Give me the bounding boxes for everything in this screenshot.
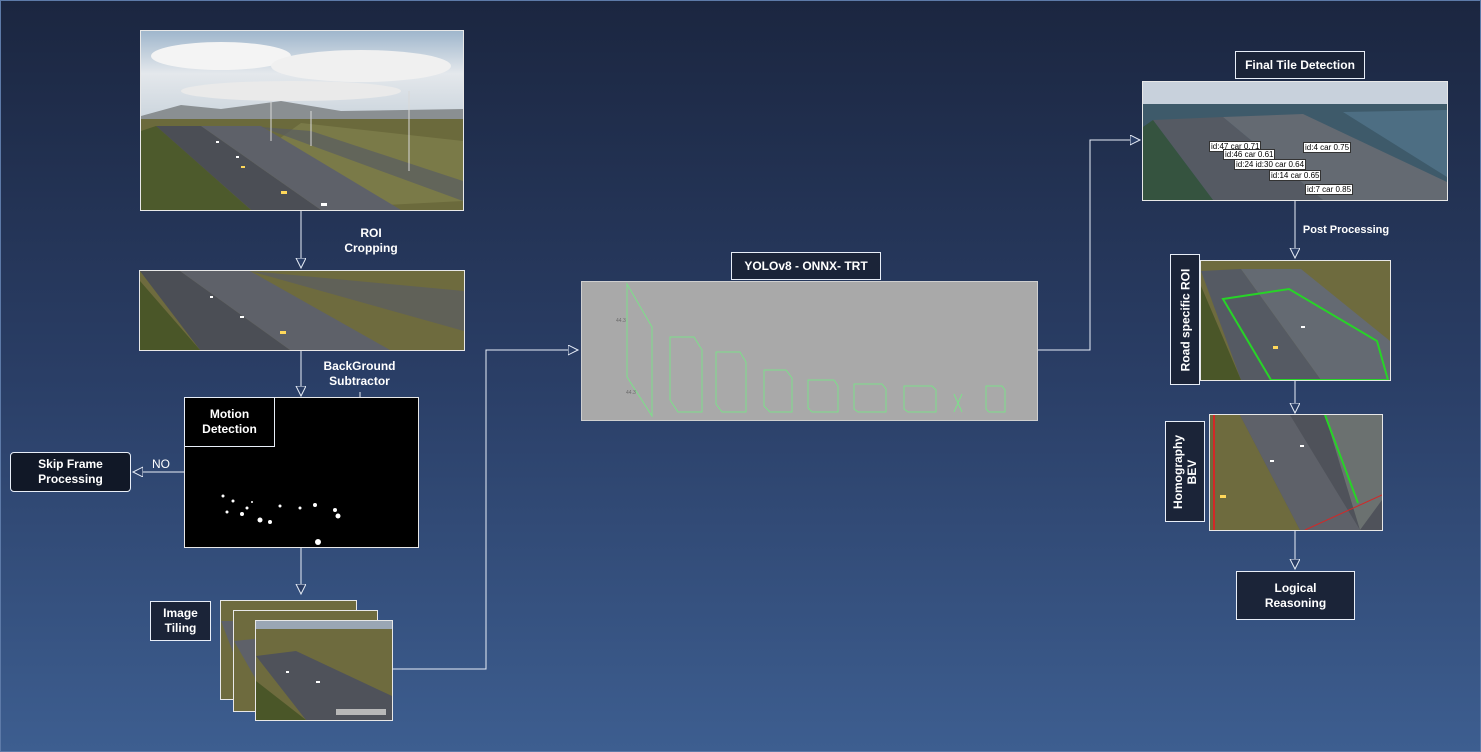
arrow-tiling-to-yolo: [392, 350, 578, 670]
logical-reasoning-box: Logical Reasoning: [1236, 571, 1355, 620]
tile-image-3: [255, 620, 393, 721]
bev-image: [1209, 414, 1383, 531]
road-roi-image: [1200, 260, 1391, 381]
homography-label: Homography BEV: [1171, 434, 1200, 509]
yolo-title-box: YOLOv8 - ONNX- TRT: [731, 252, 881, 280]
road-roi-label-box: Road specific ROI: [1170, 254, 1200, 385]
original-frame-image: [140, 30, 464, 211]
roi-cropping-label: ROI Cropping: [344, 226, 398, 255]
yolo-network-image: 44.3 44.3: [581, 281, 1038, 421]
background-subtractor-label: BackGround Subtractor: [323, 359, 396, 388]
skip-frame-box: Skip Frame Processing: [10, 452, 131, 492]
arrow-yolo-to-final: [1037, 140, 1140, 351]
roi-cropped-image: [139, 270, 465, 351]
detection-label-2: id:4 car 0.75: [1303, 142, 1352, 153]
road-roi-label: Road specific ROI: [1178, 268, 1193, 371]
no-label: NO: [152, 457, 170, 471]
post-processing-label: Post Processing: [1302, 224, 1390, 236]
svg-text:44.3: 44.3: [626, 390, 636, 396]
homography-label-box: Homography BEV: [1165, 421, 1205, 522]
detection-label-5: id:14 car 0.65: [1269, 170, 1322, 181]
motion-detection-box: Motion Detection: [184, 397, 275, 447]
detection-label-4: id:24 id:30 car 0.64: [1234, 159, 1307, 170]
final-detection-title-box: Final Tile Detection: [1235, 51, 1365, 79]
final-detection-image: [1142, 81, 1448, 201]
detection-label-6: id:7 car 0.85: [1305, 184, 1354, 195]
image-tiling-box: Image Tiling: [150, 601, 211, 641]
svg-text:44.3: 44.3: [616, 318, 626, 324]
